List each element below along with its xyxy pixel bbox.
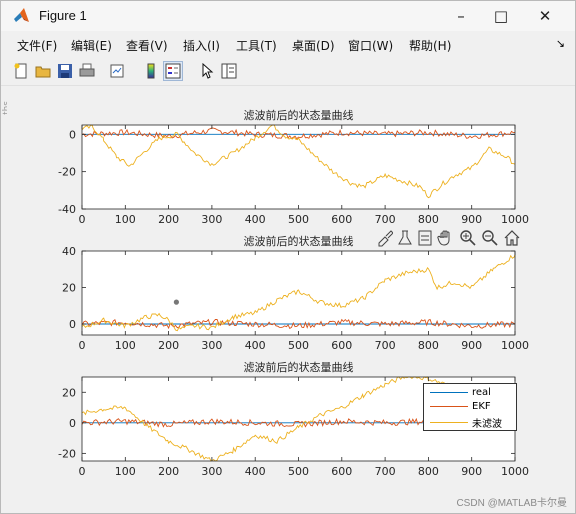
x-tick-label: 300 <box>201 465 222 478</box>
x-tick-label: 800 <box>418 339 439 352</box>
x-tick-label: 300 <box>201 213 222 226</box>
axes-toolbar <box>377 229 521 249</box>
menu-desktop[interactable]: 桌面(D) <box>292 37 335 54</box>
home-icon[interactable] <box>503 229 521 247</box>
x-tick-label: 900 <box>461 213 482 226</box>
y-tick-label: 20 <box>62 282 76 295</box>
x-tick-label: 1000 <box>501 465 529 478</box>
x-tick-label: 200 <box>158 339 179 352</box>
x-tick-label: 0 <box>79 213 86 226</box>
x-tick-label: 0 <box>79 339 86 352</box>
menu-insert[interactable]: 插入(I) <box>183 37 220 54</box>
legend[interactable]: real EKF 未滤波 <box>423 383 517 431</box>
print-icon[interactable] <box>77 61 97 81</box>
link-plot-icon[interactable] <box>107 61 127 81</box>
legend-item-unfiltered: 未滤波 <box>430 415 502 430</box>
property-inspector-icon[interactable] <box>219 61 239 81</box>
x-tick-label: 400 <box>245 213 266 226</box>
pointer-icon[interactable] <box>197 61 217 81</box>
legend-item-real: real <box>430 387 491 398</box>
axes-background <box>82 251 515 335</box>
maximize-button[interactable]: □ <box>479 1 523 31</box>
legend-swatch-real <box>430 391 468 394</box>
x-tick-label: 100 <box>115 213 136 226</box>
menu-overflow-icon[interactable]: ↘ <box>556 37 565 50</box>
insert-legend-icon[interactable] <box>163 61 183 81</box>
y-tick-label: -20 <box>58 166 76 179</box>
x-tick-label: 0 <box>79 465 86 478</box>
new-figure-icon[interactable] <box>11 61 31 81</box>
close-button[interactable]: ✕ <box>523 1 567 31</box>
watermark: CSDN @MATLAB卡尔曼 <box>456 498 567 509</box>
x-tick-label: 300 <box>201 339 222 352</box>
matlab-logo-icon <box>14 8 29 22</box>
x-tick-label: 600 <box>331 465 352 478</box>
legend-item-ekf: EKF <box>430 401 491 412</box>
legend-label-ekf: EKF <box>472 401 491 412</box>
save-icon[interactable] <box>55 61 75 81</box>
x-tick-label: 800 <box>418 213 439 226</box>
figure-toolbar <box>1 57 575 86</box>
data-tip-marker <box>173 299 179 305</box>
menu-tools[interactable]: 工具(T) <box>236 37 277 54</box>
menu-help[interactable]: 帮助(H) <box>409 37 451 54</box>
x-tick-label: 500 <box>288 213 309 226</box>
x-tick-label: 600 <box>331 213 352 226</box>
minimize-button[interactable]: – <box>439 1 483 31</box>
x-tick-label: 400 <box>245 465 266 478</box>
x-tick-label: 900 <box>461 339 482 352</box>
figure-window: Figure 1 – □ ✕ 文件(F) 编辑(E) 查看(V) 插入(I) 工… <box>0 0 576 514</box>
menu-file[interactable]: 文件(F) <box>17 37 57 54</box>
axes-title: 滤波前后的状态量曲线 <box>244 234 354 248</box>
figure-canvas: 0 100 200 300 400 500 600 700 800 900 1000 0 -20 -40 滤… <box>7 87 571 509</box>
x-tick-label: 200 <box>158 213 179 226</box>
x-tick-label: 900 <box>461 465 482 478</box>
x-tick-label: 100 <box>115 465 136 478</box>
menu-bar: 文件(F) 编辑(E) 查看(V) 插入(I) 工具(T) 桌面(D) 窗口(W… <box>1 33 575 57</box>
pan-hand-icon[interactable] <box>437 229 455 247</box>
title-bar[interactable]: Figure 1 – □ ✕ <box>1 1 575 31</box>
brush-icon[interactable] <box>377 229 393 247</box>
y-tick-label: -20 <box>58 447 76 460</box>
datatip-panel-icon[interactable] <box>417 229 433 247</box>
menu-window[interactable]: 窗口(W) <box>348 37 393 54</box>
zoom-in-icon[interactable] <box>459 229 477 247</box>
menu-edit[interactable]: 编辑(E) <box>71 37 112 54</box>
axes-title: 滤波前后的状态量曲线 <box>244 108 354 122</box>
x-tick-label: 1000 <box>501 339 529 352</box>
menu-view[interactable]: 查看(V) <box>126 37 168 54</box>
plots-area: 0 100 200 300 400 500 600 700 800 900 10000-20-40滤… <box>58 108 529 478</box>
open-folder-icon[interactable] <box>33 61 53 81</box>
x-tick-label: 800 <box>418 465 439 478</box>
y-tick-label: 0 <box>69 318 76 331</box>
x-tick-label: 400 <box>245 339 266 352</box>
y-tick-label: 20 <box>62 386 76 399</box>
legend-swatch-ekf <box>430 405 468 408</box>
x-tick-label: 1000 <box>501 213 529 226</box>
y-tick-label: 40 <box>62 245 76 258</box>
x-tick-label: 700 <box>375 465 396 478</box>
axes-title: 滤波前后的状态量曲线 <box>244 360 354 374</box>
legend-label-unfiltered: 未滤波 <box>472 419 502 430</box>
axes-1: 0 100 200 300 400 500 600 700 800 900 1000 0 -20 -40 滤… <box>58 108 529 226</box>
legend-swatch-unfiltered <box>430 421 468 424</box>
y-tick-label: 0 <box>69 128 76 141</box>
zoom-out-icon[interactable] <box>481 229 499 247</box>
y-tick-label: -40 <box>58 203 76 216</box>
data-tips-icon[interactable] <box>397 229 413 247</box>
x-tick-label: 100 <box>115 339 136 352</box>
x-tick-label: 500 <box>288 465 309 478</box>
x-tick-label: 200 <box>158 465 179 478</box>
axes-2: 0 100 200 300 400 500 600 700 800 900 100040200滤波前… <box>62 234 529 352</box>
x-tick-label: 700 <box>375 213 396 226</box>
y-tick-label: 0 <box>69 417 76 430</box>
legend-label-real: real <box>472 387 491 398</box>
x-tick-label: 600 <box>331 339 352 352</box>
insert-colorbar-icon[interactable] <box>141 61 161 81</box>
window-title: Figure 1 <box>39 8 87 23</box>
x-tick-label: 500 <box>288 339 309 352</box>
x-tick-label: 700 <box>375 339 396 352</box>
